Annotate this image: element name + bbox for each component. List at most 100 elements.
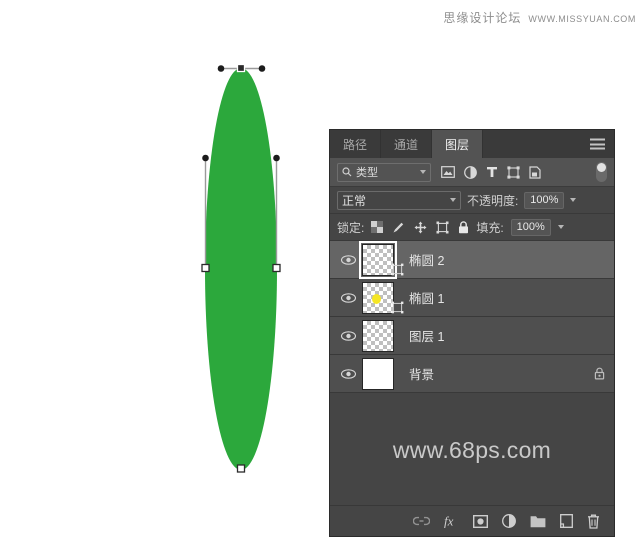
lock-image-pixels-icon[interactable] <box>392 221 405 234</box>
search-icon <box>342 167 352 177</box>
layer-name: 椭圆 2 <box>409 250 584 269</box>
filter-icon-group <box>441 165 541 179</box>
layer-name-text: 椭圆 <box>409 292 435 306</box>
layer-name-text: 椭圆 <box>409 254 435 268</box>
tab-layers[interactable]: 图层 <box>432 130 484 158</box>
blend-mode-select[interactable]: 正常 <box>337 190 461 210</box>
layer-visibility-toggle[interactable] <box>334 368 362 379</box>
table-row[interactable]: 椭圆 1 <box>330 279 614 317</box>
tab-layers-label: 图层 <box>445 137 470 152</box>
canvas-area[interactable] <box>0 0 330 556</box>
thumbnail-image <box>362 357 394 390</box>
new-layer-icon[interactable] <box>560 514 573 528</box>
type-layer-filter-icon[interactable] <box>486 166 498 178</box>
layer-name-suffix: 1 <box>434 330 445 344</box>
chevron-down-icon <box>450 198 456 202</box>
tab-channels-label: 通道 <box>394 137 419 152</box>
filter-enable-toggle[interactable] <box>596 162 607 182</box>
tab-paths[interactable]: 路径 <box>330 130 382 158</box>
direction-point-top-right[interactable] <box>258 65 266 72</box>
filter-type-value: 类型 <box>356 167 378 179</box>
menu-line-3 <box>590 147 605 150</box>
blend-mode-value: 正常 <box>342 193 367 208</box>
lock-row: 锁定: 填充: 100% <box>330 214 614 241</box>
vector-mask-badge-icon <box>391 301 404 313</box>
layer-name-text: 背景 <box>409 368 435 382</box>
blend-opacity-row: 正常 不透明度: 100% <box>330 187 614 214</box>
lock-all-icon[interactable] <box>458 220 469 234</box>
table-row[interactable]: 图层 1 <box>330 317 614 355</box>
new-group-icon[interactable] <box>530 515 546 528</box>
adjustment-layer-filter-icon[interactable] <box>464 165 477 179</box>
layers-panel: 路径 通道 图层 类型 正常 不透明度: 100% 锁定: 填充: 100% 椭… <box>330 130 614 536</box>
fill-label: 填充: <box>476 220 504 235</box>
fill-value: 100% <box>516 221 545 233</box>
tab-channels[interactable]: 通道 <box>381 130 433 158</box>
top-watermark: 思缘设计论坛 WWW.MISSYUAN.COM <box>443 9 636 26</box>
layer-filter-row: 类型 <box>330 158 614 187</box>
thumbnail-shape-dot <box>372 293 381 304</box>
vector-mask-badge-icon <box>391 263 404 275</box>
panel-tab-bar: 路径 通道 图层 <box>330 130 614 158</box>
layer-list[interactable]: 椭圆 2 椭圆 1 图层 1 背景 www.68ps.com <box>330 241 614 505</box>
add-layer-mask-icon[interactable] <box>473 514 488 528</box>
opacity-chevron-down-icon[interactable] <box>570 198 577 202</box>
opacity-label: 不透明度: <box>467 193 519 208</box>
direction-point-right[interactable] <box>273 154 280 162</box>
table-row[interactable]: 椭圆 2 <box>330 241 614 279</box>
layer-thumbnail[interactable] <box>362 281 404 314</box>
svg-text:fx: fx <box>444 514 454 528</box>
delete-layer-icon[interactable] <box>587 514 600 529</box>
direction-point-top-left[interactable] <box>217 65 225 72</box>
hamburger-menu-icon[interactable] <box>590 138 605 150</box>
layer-thumbnail[interactable] <box>362 319 394 352</box>
layer-thumbnail[interactable] <box>359 241 404 279</box>
smart-object-filter-icon[interactable] <box>529 165 541 179</box>
layer-name: 背景 <box>409 364 584 383</box>
menu-line-1 <box>590 138 605 141</box>
eye-icon <box>340 254 356 265</box>
ellipse-vector-shape[interactable] <box>205 68 277 470</box>
layer-visibility-toggle[interactable] <box>334 330 362 341</box>
menu-line-2 <box>590 143 605 145</box>
lock-label: 锁定: <box>337 220 365 235</box>
link-layers-icon[interactable] <box>413 516 430 526</box>
eye-icon <box>340 292 356 303</box>
eye-icon <box>340 368 356 379</box>
opacity-input[interactable]: 100% <box>524 191 565 209</box>
layer-name-text: 图层 <box>409 330 435 344</box>
filter-type-select[interactable]: 类型 <box>337 162 431 182</box>
new-adjustment-layer-icon[interactable] <box>502 514 516 528</box>
watermark-en-text: WWW.MISSYUAN.COM <box>528 14 636 24</box>
tab-paths-label: 路径 <box>343 137 368 152</box>
lock-artboard-nesting-icon[interactable] <box>436 221 449 234</box>
direction-point-left[interactable] <box>202 154 209 162</box>
panel-watermark-text: www.68ps.com <box>392 437 552 463</box>
thumbnail-image <box>362 319 394 352</box>
locked-layer-icon <box>594 367 604 380</box>
thumbnail-image <box>362 243 394 276</box>
fill-input[interactable]: 100% <box>510 218 551 236</box>
vector-path-overlay <box>201 63 281 473</box>
layer-name: 椭圆 1 <box>409 288 584 307</box>
opacity-value: 100% <box>530 194 559 206</box>
layer-name: 图层 1 <box>409 326 584 345</box>
lock-position-icon[interactable] <box>414 221 427 234</box>
layer-thumbnail[interactable] <box>362 357 394 390</box>
layer-visibility-toggle[interactable] <box>334 254 362 265</box>
layer-name-suffix: 1 <box>434 292 445 306</box>
layer-lock-cell <box>584 367 614 380</box>
chevron-down-icon <box>420 170 426 174</box>
eye-icon <box>340 330 356 341</box>
thumbnail-image <box>362 281 394 314</box>
shape-layer-filter-icon[interactable] <box>507 165 520 179</box>
lock-transparent-pixels-icon[interactable] <box>371 221 384 233</box>
pixel-layer-filter-icon[interactable] <box>441 166 455 178</box>
watermark-cn-text: 思缘设计论坛 <box>443 11 522 25</box>
table-row[interactable]: 背景 <box>330 355 614 393</box>
layer-style-fx-icon[interactable]: fx <box>444 514 459 528</box>
lock-icon-group <box>371 220 469 234</box>
layers-panel-bottom-toolbar: fx <box>330 505 614 536</box>
fill-chevron-down-icon[interactable] <box>557 225 564 229</box>
layer-visibility-toggle[interactable] <box>334 292 362 303</box>
